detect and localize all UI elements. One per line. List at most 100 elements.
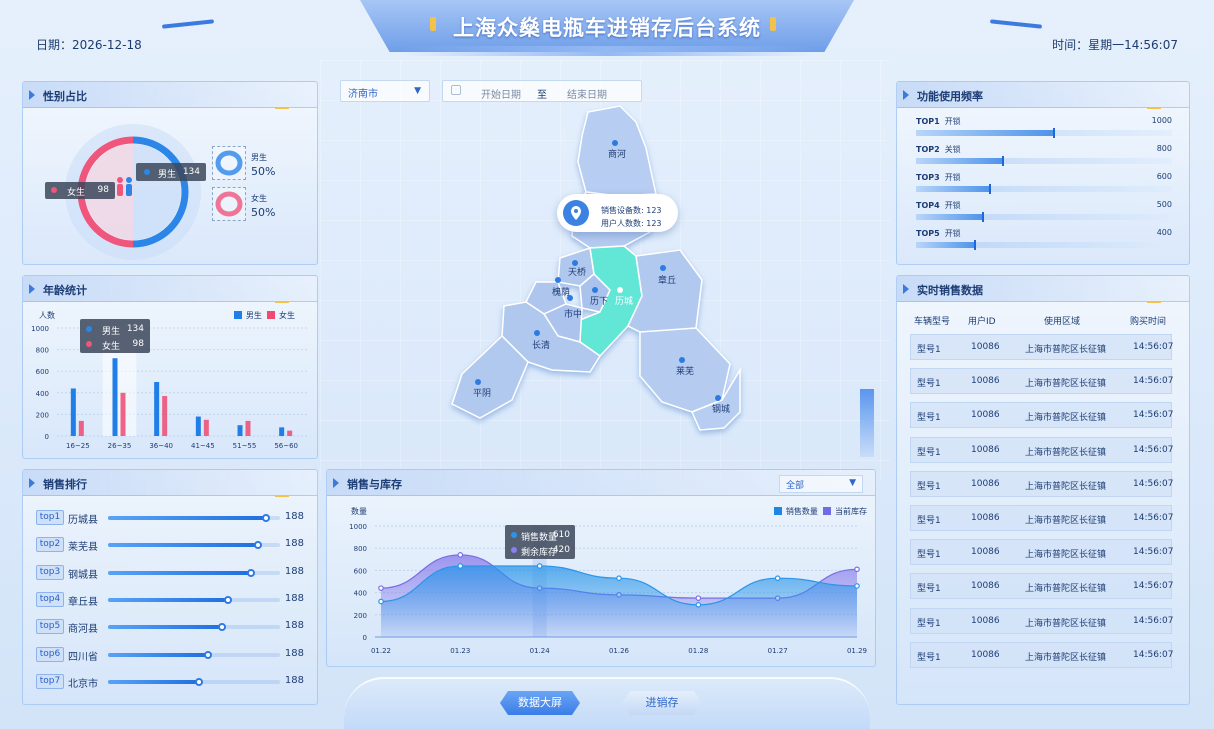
rank-knob	[195, 677, 204, 686]
rank-fill	[108, 516, 267, 520]
rank-name: 商河县	[68, 624, 98, 636]
calendar-icon	[451, 85, 461, 95]
map-pin-icon	[617, 287, 623, 293]
function-row: TOP2 关锁 800	[916, 144, 1172, 170]
rank-track	[108, 650, 280, 659]
table-cell: 14:56:07	[1133, 342, 1174, 352]
x-tick-label: 01.29	[847, 647, 867, 655]
function-row: TOP5 开锁 400	[916, 228, 1172, 254]
female-pct: 50%	[251, 206, 276, 219]
rank-name: 钢城县	[68, 569, 98, 581]
map-pin-icon	[592, 287, 598, 293]
rank-fill	[108, 625, 222, 630]
rank-value: 188	[284, 538, 304, 550]
table-cell: 上海市普陀区长征镇	[1025, 379, 1107, 390]
y-tick-label: 800	[354, 545, 367, 553]
map-pin-icon	[679, 357, 685, 363]
page-title: 上海众燊电瓶车进销存后台系统	[453, 16, 761, 40]
table-row[interactable]: 型号1 10086 上海市普陀区长征镇 14:56:07	[910, 641, 1173, 668]
table-row[interactable]: 型号1 10086 上海市普陀区长征镇 14:56:07	[910, 505, 1173, 531]
bar-male	[237, 425, 243, 436]
date-range-picker[interactable]: 开始日期 至 结束日期	[442, 80, 642, 102]
female-figure-icon	[117, 177, 123, 183]
rank-tag: top7	[36, 673, 64, 689]
sales-panel: 销售与库存 全部 ▼ 数量 销售数量 当前库存 0 200 400 600 800 1000…	[326, 469, 876, 667]
table-cell: 14:56:07	[1133, 376, 1174, 387]
rank-value: 188	[284, 620, 304, 632]
rank-name: 四川省	[68, 651, 98, 663]
function-fill-tip	[989, 184, 992, 194]
table-cell: 型号1	[917, 550, 941, 561]
popup-devices-label: 销售设备数:	[601, 206, 644, 215]
rank-name: 章丘县	[68, 596, 98, 608]
table-row[interactable]: 型号1 10086 上海市普陀区长征镇 14:56:07	[910, 607, 1173, 634]
table-cell: 型号1	[917, 447, 941, 458]
y-tick-label: 400	[354, 590, 367, 598]
table-row[interactable]: 型号1 10086 上海市普陀区长征镇 14:56:07	[910, 368, 1174, 395]
map-label: 天桥	[568, 266, 586, 278]
table-cell: 型号1	[917, 481, 941, 492]
sales-area-chart: 0 200 400 600 800 1000 01.22 01.23 01.24 01.26 01.…	[349, 523, 867, 655]
function-value: 400	[1156, 228, 1172, 237]
sales-filter-select[interactable]: 全部 ▼	[779, 475, 863, 493]
function-rank: TOP5	[916, 229, 940, 238]
table-row[interactable]: 型号1 10086 上海市普陀区长征镇 14:56:07	[910, 573, 1174, 600]
map-label: 章丘	[658, 274, 676, 286]
header: 上海众燊电瓶车进销存后台系统	[0, 0, 1214, 62]
date-display: 日期：2026-12-18	[36, 38, 142, 52]
rank-value: 188	[284, 647, 304, 659]
start-date-input[interactable]: 开始日期	[481, 86, 521, 101]
rank-knob	[217, 623, 226, 632]
y-tick-label: 0	[363, 634, 367, 642]
table-cell: 上海市普陀区长征镇	[1025, 413, 1107, 424]
city-select[interactable]: 济南市 ▼	[340, 80, 430, 102]
table-cell: 14:56:07	[1133, 581, 1174, 592]
table-row[interactable]: 型号1 10086 上海市普陀区长征镇 14:56:07	[910, 334, 1174, 360]
table-row[interactable]: 型号1 10086 上海市普陀区长征镇 14:56:07	[910, 402, 1174, 429]
map-scale-bar	[860, 389, 874, 457]
panel-title: 销售排行	[43, 478, 87, 491]
bar-female	[203, 419, 209, 436]
map-label: 平阴	[473, 388, 491, 399]
y-tick-label: 400	[36, 390, 49, 398]
panel-title: 实时销售数据	[917, 284, 983, 297]
map-pin-icon	[567, 295, 573, 301]
nav-data-screen-button[interactable]: 数据大屏	[500, 691, 580, 715]
age-bar-chart: 0 200 400 600 800 1000 16~25 26~35 36~40 41~45 51~…	[31, 325, 307, 450]
bar-male	[154, 382, 160, 436]
function-fill	[916, 242, 975, 248]
panel-mark	[275, 107, 289, 109]
x-tick-label: 01.22	[371, 647, 391, 655]
table-cell: 14:56:07	[1133, 410, 1174, 421]
ranking-panel: 销售排行	[22, 469, 318, 705]
male-pct: 50%	[251, 165, 276, 178]
table-row[interactable]: 型号1 10086 上海市普陀区长征镇 14:56:07	[910, 436, 1173, 463]
rank-tag: top3	[36, 564, 64, 580]
panel-mark	[275, 495, 289, 497]
table-cell: 上海市普陀区长征镇	[1025, 447, 1107, 458]
function-row: TOP4 开锁 500	[916, 200, 1172, 226]
function-fill	[916, 130, 1055, 136]
bar-male	[195, 416, 201, 436]
map-label: 槐荫	[552, 286, 570, 298]
popup-users-value: 123	[646, 219, 662, 228]
point-stock	[457, 552, 464, 558]
table-row[interactable]: 型号1 10086 上海市普陀区长征镇 14:56:07	[910, 539, 1173, 566]
popup-devices-value: 123	[646, 206, 662, 215]
end-date-input[interactable]: 结束日期	[567, 86, 607, 101]
table-cell: 10086	[971, 649, 1000, 660]
point-sales	[774, 575, 781, 581]
map-label: 莱芜	[676, 365, 694, 377]
table-cell: 上海市普陀区长征镇	[1025, 652, 1107, 663]
y-tick-label: 1000	[349, 523, 367, 531]
bar-male	[279, 427, 285, 436]
nav-inventory-button[interactable]: 进销存	[622, 691, 702, 715]
function-fill-tip	[1053, 128, 1056, 138]
function-fill-tip	[1002, 156, 1005, 166]
table-row[interactable]: 型号1 10086 上海市普陀区长征镇 14:56:07	[910, 470, 1173, 497]
function-value: 500	[1156, 200, 1172, 209]
rank-knob	[262, 514, 271, 522]
rank-name: 北京市	[68, 678, 98, 690]
age-tooltip: 男生 134 女生 98	[80, 319, 150, 353]
y-tick-label: 600	[354, 567, 367, 575]
